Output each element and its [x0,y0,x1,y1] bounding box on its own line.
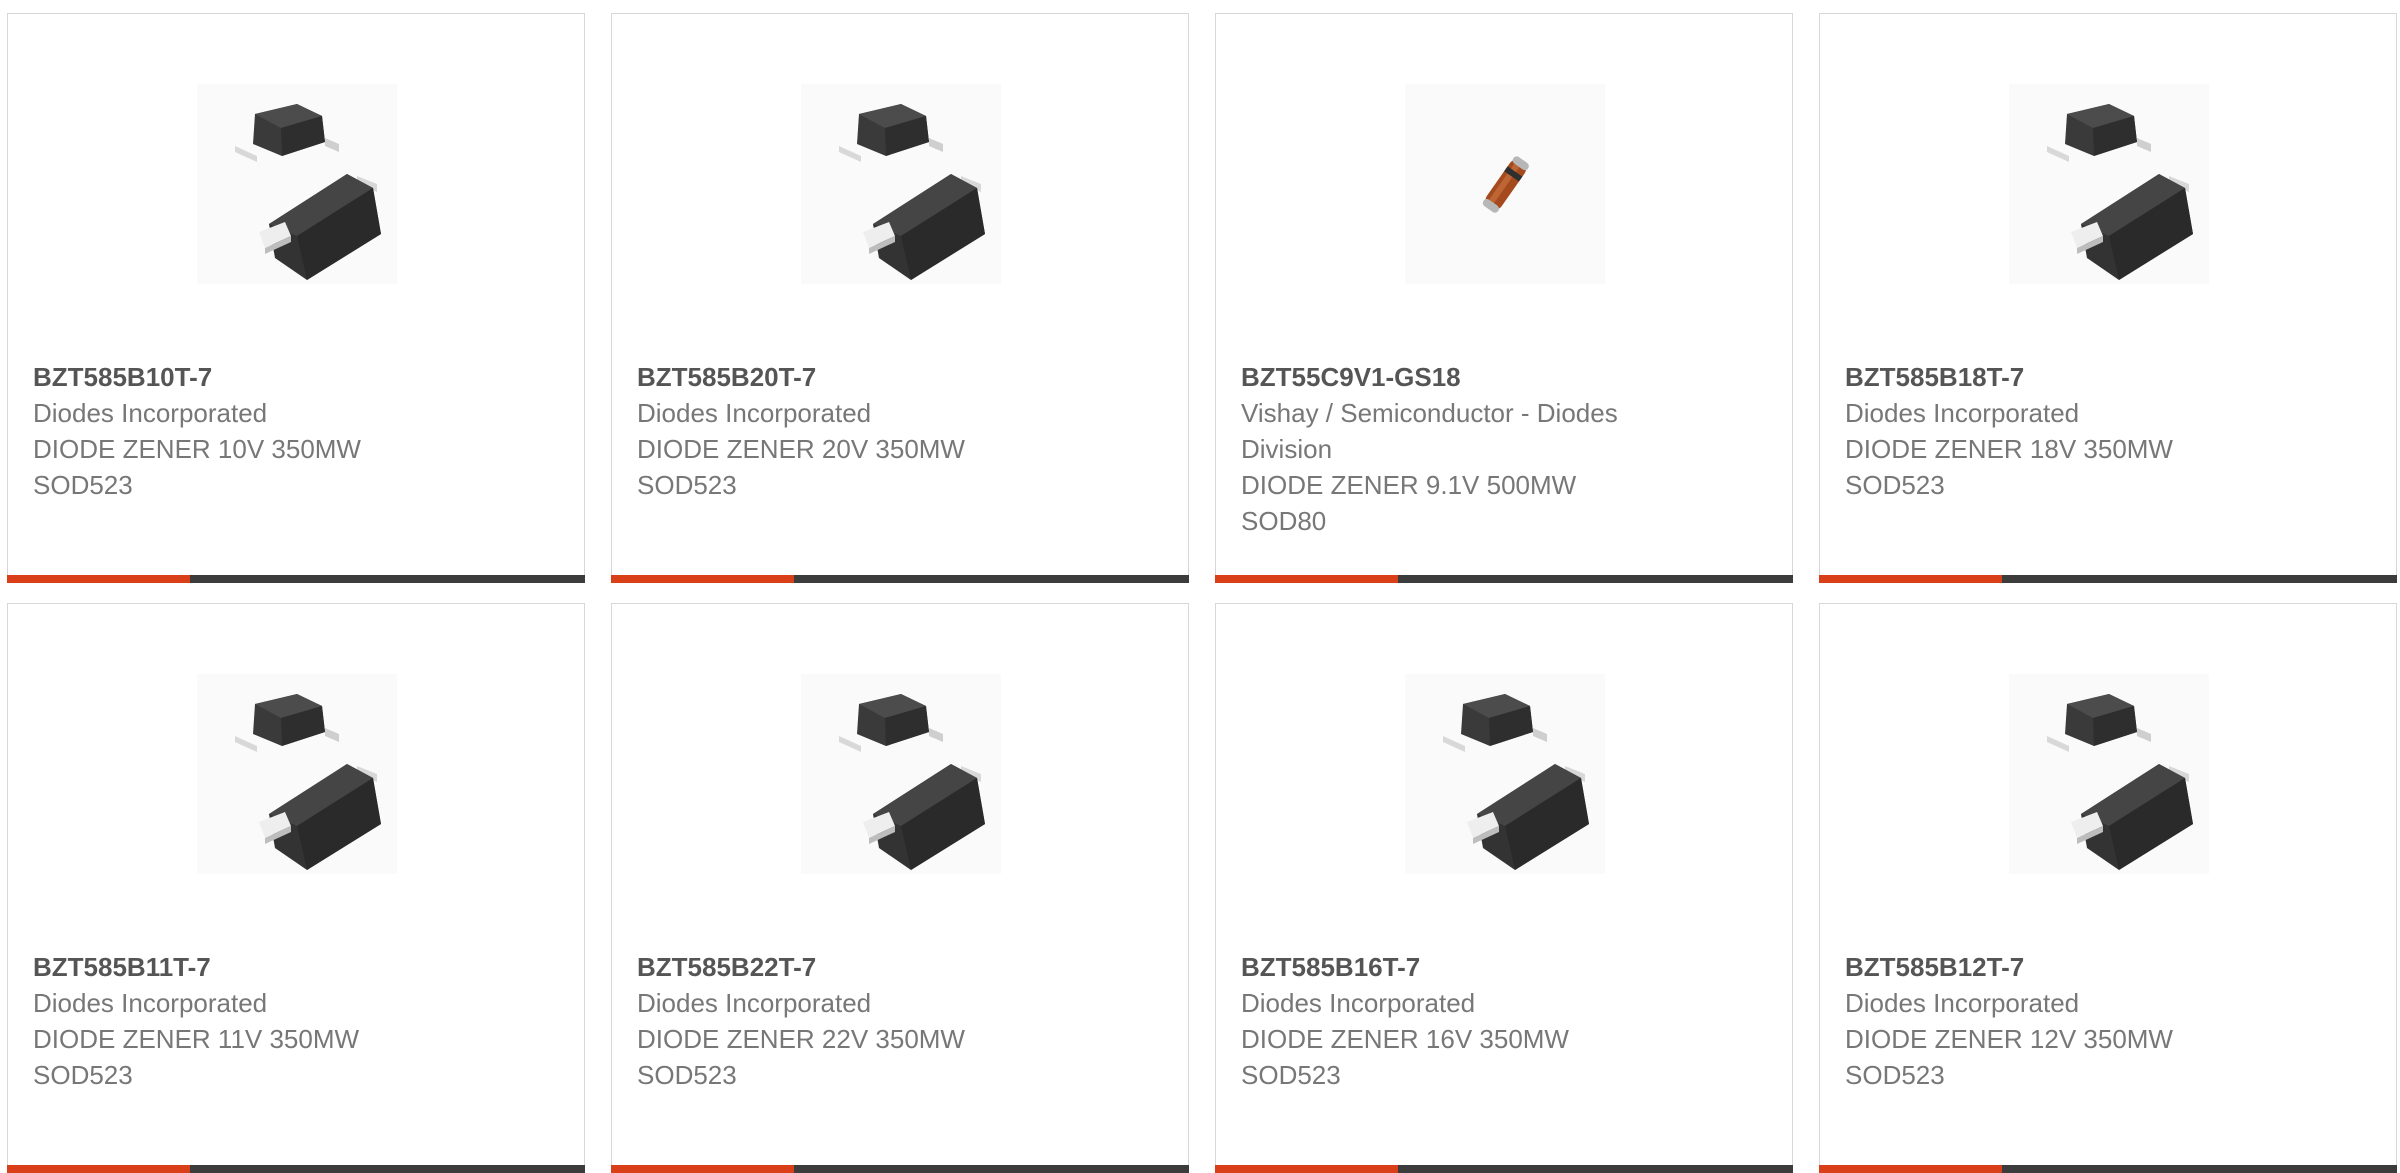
product-image[interactable] [197,674,397,874]
package-line: SOD523 [1241,1060,1341,1090]
part-number[interactable]: BZT585B11T-7 [33,949,553,985]
product-image[interactable] [801,84,1001,284]
package-line: SOD523 [637,470,737,500]
product-info: BZT585B22T-7 Diodes Incorporated DIODE Z… [637,949,1157,1093]
card-accent-bar [1819,575,2002,583]
product-image[interactable] [2009,674,2209,874]
package-line: SOD523 [1845,1060,1945,1090]
product-card[interactable]: BZT585B18T-7 Diodes Incorporated DIODE Z… [1819,13,2397,583]
product-info: BZT585B20T-7 Diodes Incorporated DIODE Z… [637,359,1157,503]
description-line: DIODE ZENER 22V 350MW [637,1024,965,1054]
manufacturer: Vishay / Semiconductor - Diodes Division [1241,398,1618,464]
card-bottom-bar [611,575,1189,583]
sod523-package-icon [1443,694,1589,870]
product-image[interactable] [2009,84,2209,284]
package-line: SOD523 [33,1060,133,1090]
card-bottom-bar [1215,575,1793,583]
description-line: DIODE ZENER 10V 350MW [33,434,361,464]
product-image[interactable] [197,84,397,284]
card-accent-bar [7,1165,190,1173]
description-line: DIODE ZENER 9.1V 500MW [1241,470,1577,500]
sod523-package-icon [839,104,985,280]
manufacturer: Diodes Incorporated [33,398,268,428]
manufacturer: Diodes Incorporated [637,988,872,1018]
part-number[interactable]: BZT585B20T-7 [637,359,1157,395]
package-line: SOD523 [33,470,133,500]
card-bottom-bar [1819,575,2397,583]
product-card[interactable]: BZT55C9V1-GS18 Vishay / Semiconductor - … [1215,13,1793,583]
part-number[interactable]: BZT585B10T-7 [33,359,553,395]
description-line: DIODE ZENER 16V 350MW [1241,1024,1569,1054]
product-card[interactable]: BZT585B16T-7 Diodes Incorporated DIODE Z… [1215,603,1793,1173]
sod80-package-icon [1481,154,1531,215]
description-line: DIODE ZENER 20V 350MW [637,434,965,464]
manufacturer: Diodes Incorporated [1845,398,2080,428]
package-line: SOD80 [1241,506,1327,536]
sod523-package-icon [235,104,381,280]
product-info: BZT585B18T-7 Diodes Incorporated DIODE Z… [1845,359,2365,503]
card-accent-bar [1215,1165,1398,1173]
part-number[interactable]: BZT585B16T-7 [1241,949,1761,985]
product-image[interactable] [1405,84,1605,284]
package-line: SOD523 [1845,470,1945,500]
product-image[interactable] [801,674,1001,874]
description-line: DIODE ZENER 12V 350MW [1845,1024,2173,1054]
card-accent-bar [611,1165,794,1173]
card-bottom-bar [1819,1165,2397,1173]
product-card[interactable]: BZT585B20T-7 Diodes Incorporated DIODE Z… [611,13,1189,583]
product-card[interactable]: BZT585B12T-7 Diodes Incorporated DIODE Z… [1819,603,2397,1173]
card-bottom-bar [7,575,585,583]
part-number[interactable]: BZT585B12T-7 [1845,949,2365,985]
card-bottom-bar [1215,1165,1793,1173]
product-info: BZT55C9V1-GS18 Vishay / Semiconductor - … [1241,359,1761,539]
card-bottom-bar [611,1165,1189,1173]
product-info: BZT585B11T-7 Diodes Incorporated DIODE Z… [33,949,553,1093]
part-number[interactable]: BZT55C9V1-GS18 [1241,359,1761,395]
manufacturer: Diodes Incorporated [1241,988,1476,1018]
description-line: DIODE ZENER 18V 350MW [1845,434,2173,464]
product-info: BZT585B12T-7 Diodes Incorporated DIODE Z… [1845,949,2365,1093]
card-accent-bar [7,575,190,583]
package-line: SOD523 [637,1060,737,1090]
product-image[interactable] [1405,674,1605,874]
product-card[interactable]: BZT585B11T-7 Diodes Incorporated DIODE Z… [7,603,585,1173]
product-info: BZT585B10T-7 Diodes Incorporated DIODE Z… [33,359,553,503]
part-number[interactable]: BZT585B22T-7 [637,949,1157,985]
manufacturer: Diodes Incorporated [33,988,268,1018]
manufacturer: Diodes Incorporated [1845,988,2080,1018]
card-accent-bar [1215,575,1398,583]
sod523-package-icon [235,694,381,870]
sod523-package-icon [2047,694,2193,870]
product-info: BZT585B16T-7 Diodes Incorporated DIODE Z… [1241,949,1761,1093]
description-line: DIODE ZENER 11V 350MW [33,1024,360,1054]
card-bottom-bar [7,1165,585,1173]
manufacturer: Diodes Incorporated [637,398,872,428]
product-card[interactable]: BZT585B22T-7 Diodes Incorporated DIODE Z… [611,603,1189,1173]
product-grid: BZT585B10T-7 Diodes Incorporated DIODE Z… [7,13,2400,1173]
product-card[interactable]: BZT585B10T-7 Diodes Incorporated DIODE Z… [7,13,585,583]
sod523-package-icon [2047,104,2193,280]
sod523-package-icon [839,694,985,870]
card-accent-bar [611,575,794,583]
part-number[interactable]: BZT585B18T-7 [1845,359,2365,395]
card-accent-bar [1819,1165,2002,1173]
